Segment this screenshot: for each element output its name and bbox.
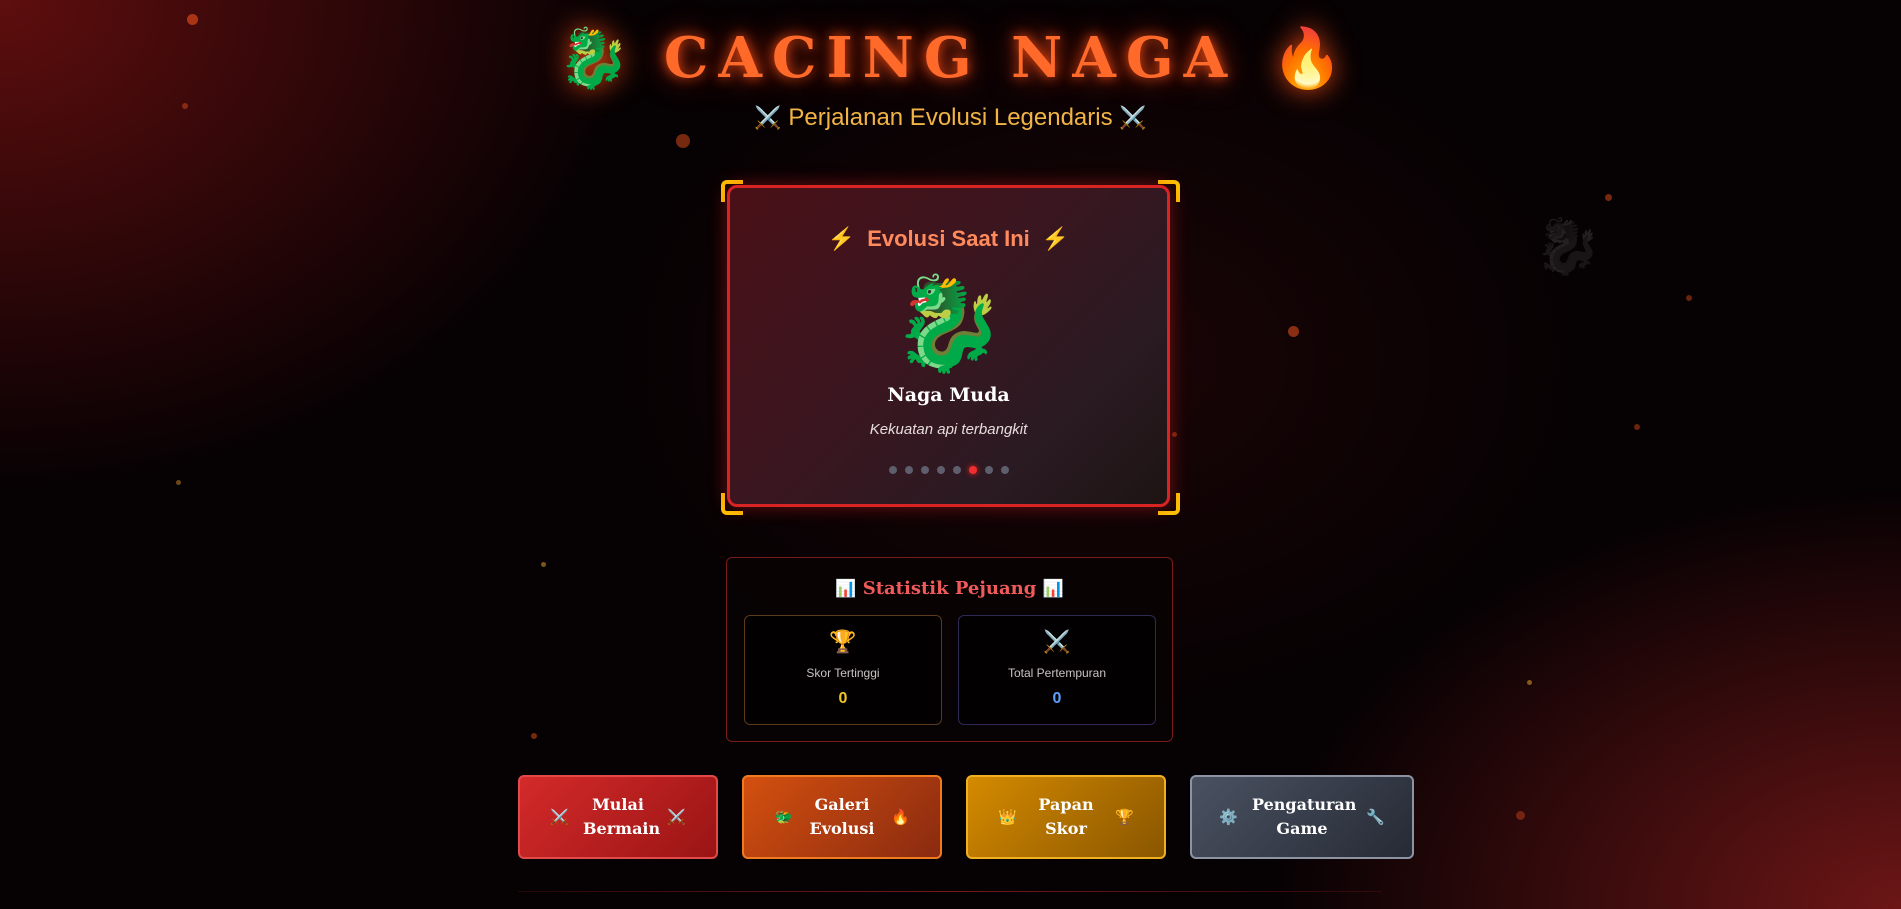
game-settings-button[interactable]: ⚙️ Pengaturan Game 🔧 bbox=[1190, 775, 1414, 859]
stats-title-text: Statistik Pejuang bbox=[862, 578, 1037, 599]
lightning-icon: ⚡ bbox=[1041, 226, 1070, 251]
total-battles-stat: ⚔️ Total Pertempuran 0 bbox=[958, 615, 1156, 725]
high-score-value: 0 bbox=[838, 690, 848, 707]
bar-chart-icon: 📊 bbox=[835, 579, 857, 599]
stats-title: 📊 Statistik Pejuang 📊 bbox=[727, 578, 1172, 599]
evolution-gallery-label: Galeri Evolusi bbox=[809, 795, 875, 838]
evolution-stage-dot bbox=[904, 466, 913, 474]
wrench-icon: 🔧 bbox=[1366, 808, 1385, 826]
total-battles-value: 0 bbox=[1052, 690, 1062, 707]
evolution-stage-dot bbox=[888, 466, 897, 474]
evolution-card: ⚡ Evolusi Saat Ini ⚡ 🐉 Naga Muda Kekuatan … bbox=[727, 185, 1170, 507]
evolution-stage-dot bbox=[920, 466, 929, 474]
ember bbox=[676, 134, 690, 148]
evolution-heading: ⚡ Evolusi Saat Ini ⚡ bbox=[730, 226, 1167, 252]
evolution-heading-text: Evolusi Saat Ini bbox=[867, 226, 1030, 251]
crossed-swords-icon: ⚔️ bbox=[1043, 630, 1071, 655]
leaderboard-button[interactable]: 👑 Papan Skor 🏆 bbox=[966, 775, 1166, 859]
background-dragon-icon: 🐉 bbox=[1534, 215, 1602, 278]
fire-icon: 🔥 bbox=[1271, 24, 1344, 92]
evolution-stage-dot bbox=[952, 466, 961, 474]
game-title: CACING NAGA bbox=[663, 25, 1238, 91]
start-game-button[interactable]: ⚔️ Mulai Bermain ⚔️ bbox=[518, 775, 718, 859]
evolution-gallery-button[interactable]: 🐲 Galeri Evolusi 🔥 bbox=[742, 775, 942, 859]
ember bbox=[1605, 194, 1612, 201]
footer-divider bbox=[518, 891, 1382, 892]
evolution-stage-name: Naga Muda bbox=[887, 384, 1010, 406]
bar-chart-icon: 📊 bbox=[1042, 579, 1064, 599]
dragon-icon: 🐉 bbox=[557, 24, 630, 92]
crossed-swords-icon: ⚔️ bbox=[667, 808, 686, 826]
crown-icon: 👑 bbox=[998, 808, 1017, 826]
fighter-stats-panel: 📊 Statistik Pejuang 📊 🏆 Skor Tertinggi 0… bbox=[726, 557, 1173, 742]
fire-icon: 🔥 bbox=[891, 808, 910, 826]
evolution-stage-dot bbox=[984, 466, 993, 474]
evolution-stage-indicator bbox=[730, 466, 1167, 474]
evolution-dragon-icon: 🐉 bbox=[891, 270, 1006, 377]
evolution-stage-description: Kekuatan api terbangkit bbox=[869, 421, 1028, 438]
subtitle-text: Perjalanan Evolusi Legendaris bbox=[788, 104, 1113, 131]
ember bbox=[1686, 295, 1692, 301]
gear-icon: ⚙️ bbox=[1219, 808, 1238, 826]
game-settings-label: Pengaturan Game bbox=[1252, 795, 1357, 838]
ember bbox=[1172, 432, 1177, 437]
start-game-label: Mulai Bermain bbox=[583, 795, 661, 838]
evolution-stage-dot-active bbox=[968, 466, 977, 474]
ember bbox=[1516, 811, 1525, 820]
leaderboard-label: Papan Skor bbox=[1038, 795, 1094, 838]
lightning-icon: ⚡ bbox=[827, 226, 856, 251]
ember bbox=[1527, 680, 1532, 685]
ember bbox=[176, 480, 181, 485]
evolution-stage-dot bbox=[936, 466, 945, 474]
crossed-swords-icon: ⚔️ bbox=[1119, 105, 1147, 130]
ember bbox=[531, 733, 537, 739]
crossed-swords-icon: ⚔️ bbox=[754, 105, 782, 130]
crossed-swords-icon: ⚔️ bbox=[550, 808, 569, 826]
high-score-label: Skor Tertinggi bbox=[806, 666, 880, 680]
trophy-icon: 🏆 bbox=[829, 630, 857, 655]
dragon-face-icon: 🐲 bbox=[774, 808, 793, 826]
ember bbox=[1634, 424, 1640, 430]
game-subtitle: ⚔️ Perjalanan Evolusi Legendaris ⚔️ bbox=[0, 104, 1901, 132]
trophy-icon: 🏆 bbox=[1115, 808, 1134, 826]
evolution-stage-dot bbox=[1000, 466, 1009, 474]
high-score-stat: 🏆 Skor Tertinggi 0 bbox=[744, 615, 942, 725]
ember bbox=[1288, 326, 1299, 337]
total-battles-label: Total Pertempuran bbox=[1007, 666, 1107, 680]
game-title-bar: 🐉 CACING NAGA 🔥 bbox=[0, 20, 1901, 96]
ember bbox=[541, 562, 546, 567]
